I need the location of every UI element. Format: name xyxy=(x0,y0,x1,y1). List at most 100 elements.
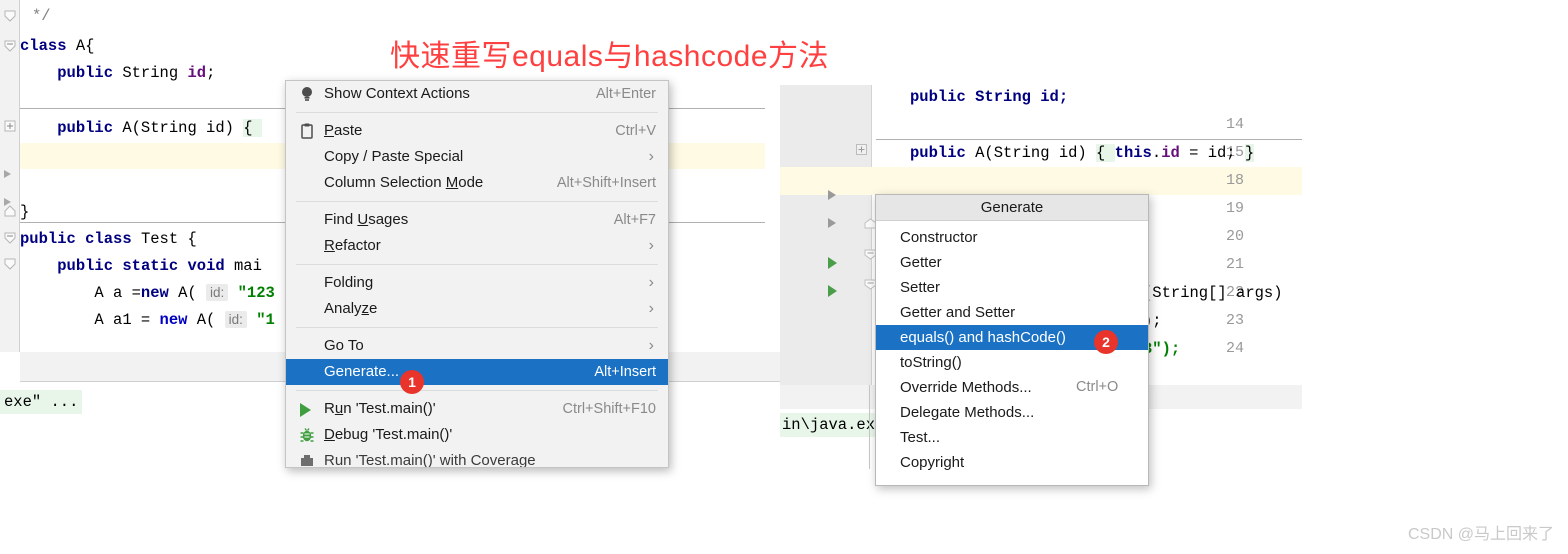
menu-separator xyxy=(296,327,658,328)
watermark: CSDN @马上回来了 xyxy=(1407,526,1554,543)
generate-item-shortcut: Ctrl+O xyxy=(1076,379,1119,395)
generate-item-label: Setter xyxy=(900,279,941,296)
menu-separator xyxy=(296,264,658,265)
editor-context-menu[interactable]: Show Context Actions Alt+Enter Paste Ctr… xyxy=(285,80,669,468)
menu-item-label: Copy / Paste Special xyxy=(324,148,464,165)
gutter-marker-arrow-icon[interactable] xyxy=(4,170,11,178)
menu-item-label: Run 'Test.main()' xyxy=(324,400,436,417)
menu-item-label: Analyze xyxy=(324,300,378,317)
code-line-class-a: class A{ xyxy=(20,37,95,55)
generate-popup-title: Generate xyxy=(876,195,1148,221)
menu-separator xyxy=(296,390,658,391)
code-line-partial-top: public String id; xyxy=(910,88,1069,106)
menu-item-paste[interactable]: Paste Ctrl+V xyxy=(286,118,668,144)
step-badge-1: 1 xyxy=(400,370,424,394)
generate-item-label: toString() xyxy=(900,354,962,371)
menu-item-label: Refactor xyxy=(324,237,381,254)
menu-item-generate[interactable]: Generate... Alt+Insert xyxy=(286,359,668,385)
menu-item-label: Debug 'Test.main()' xyxy=(324,426,453,443)
menu-item-show-context-actions[interactable]: Show Context Actions Alt+Enter xyxy=(286,81,668,107)
menu-item-run-test-main[interactable]: Run 'Test.main()' Ctrl+Shift+F10 xyxy=(286,396,668,422)
line-number: 21 xyxy=(1225,256,1244,273)
coverage-icon xyxy=(301,455,313,466)
menu-item-run-with-coverage-partial[interactable]: Run 'Test.main()' with Coverage xyxy=(286,448,668,468)
run-line-icon[interactable] xyxy=(828,257,837,269)
menu-item-copy-paste-special[interactable]: Copy / Paste Special › xyxy=(286,144,668,170)
fold-expand-icon[interactable] xyxy=(4,120,16,132)
lightbulb-icon xyxy=(302,87,312,101)
generate-item-setter[interactable]: Setter xyxy=(876,275,1148,300)
right-editor-gutter[interactable] xyxy=(780,85,872,385)
screenshot-root: */ class A{ public String id; public A(S… xyxy=(0,0,1568,554)
line-number: 20 xyxy=(1225,228,1244,245)
menu-item-shortcut: Alt+F7 xyxy=(613,212,656,228)
menu-item-label: Find Usages xyxy=(324,211,409,228)
menu-item-shortcut: Alt+Insert xyxy=(594,364,656,380)
fold-end-icon[interactable] xyxy=(4,10,16,22)
menu-item-find-usages[interactable]: Find Usages Alt+F7 xyxy=(286,207,668,233)
chevron-right-icon: › xyxy=(648,274,654,291)
menu-item-debug-test-main[interactable]: Debug 'Test.main()' xyxy=(286,422,668,448)
chevron-right-icon: › xyxy=(648,300,654,317)
debug-icon xyxy=(300,428,314,442)
menu-item-shortcut: Ctrl+V xyxy=(615,123,656,139)
menu-item-label: Column Selection Mode xyxy=(324,174,484,191)
code-line-class-test: public class Test { xyxy=(20,230,197,248)
generate-item-getter[interactable]: Getter xyxy=(876,250,1148,275)
generate-item-label: Getter xyxy=(900,254,942,271)
generate-item-getter-and-setter[interactable]: Getter and Setter xyxy=(876,300,1148,325)
menu-item-label: Run 'Test.main()' with Coverage xyxy=(324,452,536,468)
code-line-class-close: } xyxy=(20,203,30,221)
step-badge-2: 2 xyxy=(1094,330,1118,354)
menu-item-column-selection-mode[interactable]: Column Selection Mode Alt+Shift+Insert xyxy=(286,170,668,196)
code-line-field-id: public String id; xyxy=(57,64,216,82)
generate-item-delegate-methods[interactable]: Delegate Methods... xyxy=(876,400,1148,425)
menu-item-label: Folding xyxy=(324,274,374,291)
menu-separator xyxy=(296,112,658,113)
code-line-constructor: public A(String id) { this.id = id; } xyxy=(910,144,1255,162)
line-number: 18 xyxy=(1225,172,1244,189)
menu-item-shortcut: Alt+Shift+Insert xyxy=(556,175,656,191)
code-line-constructor: public A(String id) { xyxy=(57,119,262,137)
menu-item-label: Go To xyxy=(324,337,364,354)
menu-item-folding[interactable]: Folding › xyxy=(286,270,668,296)
menu-item-shortcut: Ctrl+Shift+F10 xyxy=(562,401,657,417)
line-number: 24 xyxy=(1225,340,1244,357)
fold-expand-icon[interactable] xyxy=(856,144,867,155)
generate-item-test[interactable]: Test... xyxy=(876,425,1148,450)
line-number: 23 xyxy=(1225,312,1244,329)
gutter-marker-arrow-icon[interactable] xyxy=(828,190,836,200)
run-line-icon[interactable] xyxy=(828,285,837,297)
menu-item-go-to[interactable]: Go To › xyxy=(286,333,668,359)
code-line-comment-close: */ xyxy=(32,7,51,25)
code-line-new-a1: A a1 = new A( id: "1 xyxy=(20,311,275,329)
left-editor-gutter[interactable] xyxy=(0,0,20,352)
fold-collapse-icon[interactable] xyxy=(4,258,16,270)
generate-item-override-methods[interactable]: Override Methods... Ctrl+O xyxy=(876,375,1148,400)
fold-collapse-icon[interactable] xyxy=(4,232,16,244)
menu-item-label: Generate... xyxy=(324,363,400,380)
clipboard-icon xyxy=(301,123,313,139)
chevron-right-icon: › xyxy=(648,148,654,165)
generate-item-label: Copyright xyxy=(900,454,965,471)
fold-end-icon[interactable] xyxy=(4,205,16,217)
menu-item-analyze[interactable]: Analyze › xyxy=(286,296,668,322)
generate-item-copyright[interactable]: Copyright xyxy=(876,450,1148,475)
console-divider xyxy=(869,385,870,469)
line-number: 14 xyxy=(1225,116,1244,133)
gutter-divider xyxy=(871,85,872,385)
gutter-marker-arrow-icon[interactable] xyxy=(828,218,836,228)
code-line-main: public static void mai xyxy=(57,257,262,275)
fold-collapse-icon[interactable] xyxy=(4,40,16,52)
menu-item-shortcut: Alt+Enter xyxy=(595,86,656,102)
chevron-right-icon: › xyxy=(648,337,654,354)
generate-item-label: Getter and Setter xyxy=(900,304,1016,321)
annotation-title: 快速重写equals与hashcode方法 xyxy=(390,40,830,73)
generate-item-constructor[interactable]: Constructor xyxy=(876,225,1148,250)
menu-item-refactor[interactable]: Refactor › xyxy=(286,233,668,259)
menu-item-label: Paste xyxy=(324,122,363,139)
console-output-text: in\java.ex xyxy=(780,413,878,437)
code-line-new-a: A a =new A( id: "123 xyxy=(20,284,275,302)
chevron-right-icon: › xyxy=(648,237,654,254)
line-number: 19 xyxy=(1225,200,1244,217)
